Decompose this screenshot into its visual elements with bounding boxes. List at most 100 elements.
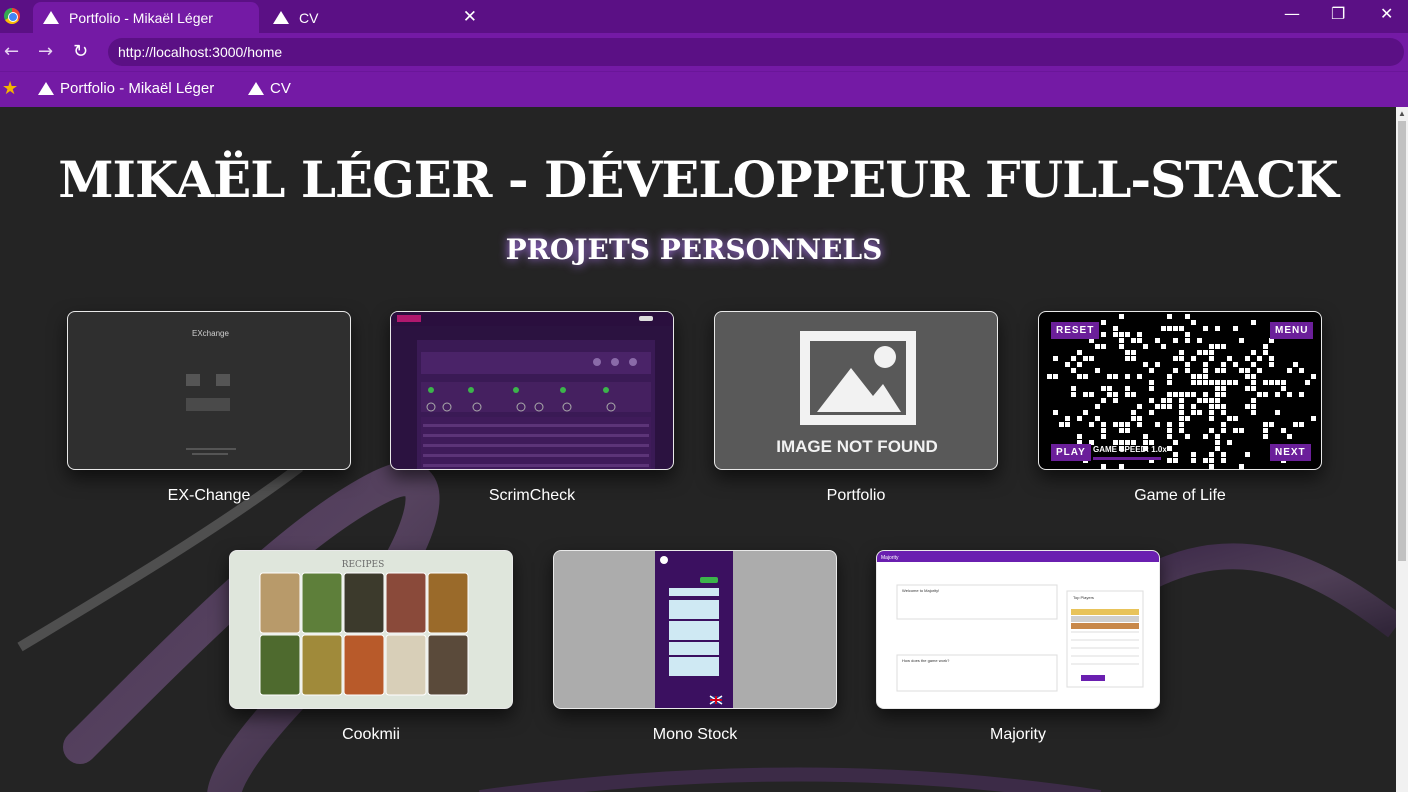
project-card-majority[interactable]: Majority Welcome to Majority! How does t…	[876, 550, 1160, 709]
life-cell	[1113, 332, 1118, 337]
life-cell	[1155, 404, 1160, 409]
life-cell	[1071, 368, 1076, 373]
project-title[interactable]: Cookmii	[229, 726, 513, 744]
life-cell	[1203, 392, 1208, 397]
life-cell	[1101, 332, 1106, 337]
url-input[interactable]: http://localhost:3000/home	[108, 38, 1404, 66]
life-cell	[1191, 392, 1196, 397]
life-cell	[1263, 428, 1268, 433]
page-content: MIKAËL LÉGER - DÉVELOPPEUR FULL-STACK PR…	[0, 107, 1396, 792]
life-cell	[1077, 350, 1082, 355]
life-cell	[1263, 350, 1268, 355]
life-cell	[1209, 398, 1214, 403]
project-card-portfolio[interactable]: IMAGE NOT FOUND	[714, 311, 998, 470]
project-title[interactable]: Mono Stock	[553, 726, 837, 744]
life-cell	[1131, 410, 1136, 415]
bookmark-cv[interactable]: CV	[248, 80, 291, 97]
vertical-scrollbar[interactable]: ▲	[1396, 107, 1408, 792]
project-card-game-of-life[interactable]: RESET MENU PLAY NEXT GAME SPEED: 1.0x	[1038, 311, 1322, 470]
life-cell	[1155, 422, 1160, 427]
life-cell	[1191, 356, 1196, 361]
maximize-icon[interactable]: ❐	[1331, 4, 1345, 23]
project-card-scrimcheck[interactable]	[390, 311, 674, 470]
life-cell	[1251, 404, 1256, 409]
back-arrow-icon[interactable]: ←	[4, 41, 19, 62]
life-cell	[1149, 398, 1154, 403]
life-cell	[1125, 392, 1130, 397]
life-cell	[1179, 356, 1184, 361]
life-cell	[1185, 338, 1190, 343]
life-cell	[1119, 428, 1124, 433]
life-cell	[1113, 398, 1118, 403]
recipe-tile	[427, 572, 469, 634]
life-cell	[1107, 392, 1112, 397]
life-cell	[1215, 344, 1220, 349]
life-cell	[1119, 344, 1124, 349]
life-cell	[1185, 314, 1190, 319]
project-title[interactable]: ScrimCheck	[390, 487, 674, 505]
tab-portfolio[interactable]: Portfolio - Mikaël Léger	[33, 2, 259, 33]
life-cell	[1071, 386, 1076, 391]
majority-how: How does the game work?	[902, 658, 950, 663]
bookmark-portfolio[interactable]: Portfolio - Mikaël Léger	[38, 80, 214, 97]
star-icon[interactable]: ★	[2, 78, 18, 99]
life-cell	[1221, 410, 1226, 415]
life-cell	[1137, 374, 1142, 379]
life-cell	[1065, 362, 1070, 367]
life-cell	[1167, 458, 1172, 463]
life-cell	[1257, 392, 1262, 397]
life-cell	[1179, 410, 1184, 415]
life-cell	[1233, 380, 1238, 385]
life-cell	[1119, 422, 1124, 427]
life-cell	[1263, 344, 1268, 349]
life-cell	[1167, 404, 1172, 409]
life-cell	[1083, 374, 1088, 379]
life-cell	[1185, 368, 1190, 373]
close-window-icon[interactable]: ✕	[1380, 4, 1393, 23]
life-cell	[1167, 446, 1172, 451]
scroll-up-arrow-icon[interactable]: ▲	[1398, 109, 1406, 118]
close-tab-icon[interactable]: ✕	[463, 8, 477, 26]
project-card-cookmii[interactable]: RECIPES	[229, 550, 513, 709]
forward-arrow-icon[interactable]: →	[38, 41, 53, 62]
life-cell	[1251, 362, 1256, 367]
life-cell	[1251, 374, 1256, 379]
life-cell	[1197, 350, 1202, 355]
project-card-mono-stock[interactable]	[553, 550, 837, 709]
life-cell	[1251, 398, 1256, 403]
life-cell	[1101, 344, 1106, 349]
life-cell	[1257, 356, 1262, 361]
life-cell	[1191, 458, 1196, 463]
project-title[interactable]: Majority	[876, 726, 1160, 744]
life-cell	[1275, 392, 1280, 397]
tab-cv[interactable]: CV ✕	[263, 2, 489, 33]
scrollbar-thumb[interactable]	[1398, 121, 1406, 561]
bookmarks-bar: ★ Portfolio - Mikaël Léger CV	[0, 71, 1408, 107]
life-cell	[1053, 410, 1058, 415]
life-cell	[1077, 374, 1082, 379]
recipe-tile	[301, 634, 343, 696]
tab-title: CV	[299, 9, 319, 26]
life-cell	[1149, 368, 1154, 373]
life-cell	[1173, 338, 1178, 343]
life-cell	[1221, 386, 1226, 391]
life-cell	[1191, 374, 1196, 379]
menu-button: MENU	[1270, 322, 1314, 339]
life-cell	[1209, 350, 1214, 355]
exchange-logo: EXchange	[192, 329, 229, 338]
life-cell	[1167, 392, 1172, 397]
project-title[interactable]: EX-Change	[67, 487, 351, 505]
reload-icon[interactable]: ↻	[73, 41, 88, 62]
project-title[interactable]: Portfolio	[714, 487, 998, 505]
life-cell	[1191, 320, 1196, 325]
address-bar: ← → ↻ http://localhost:3000/home	[0, 33, 1408, 71]
project-card-exchange[interactable]: EXchange	[67, 311, 351, 470]
project-title[interactable]: Game of Life	[1038, 487, 1322, 505]
page-title: MIKAËL LÉGER - DÉVELOPPEUR FULL-STACK	[58, 150, 1339, 209]
vercel-triangle-icon	[38, 82, 54, 95]
life-cell	[1311, 416, 1316, 421]
minimize-icon[interactable]: —	[1284, 4, 1300, 23]
life-cell	[1209, 410, 1214, 415]
life-cell	[1215, 326, 1220, 331]
life-cell	[1221, 392, 1226, 397]
